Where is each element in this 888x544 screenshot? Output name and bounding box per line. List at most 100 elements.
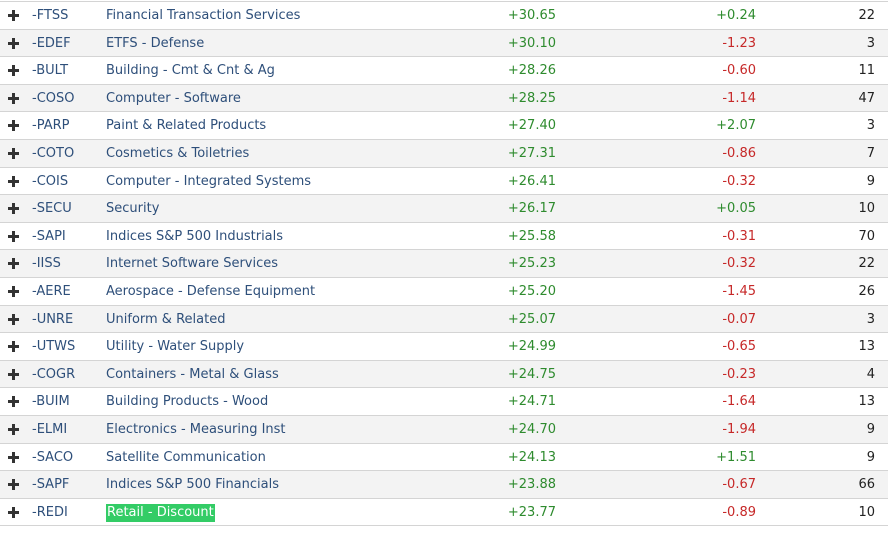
daily-change-cell: -0.07 (722, 311, 756, 327)
table-row[interactable]: -BULT Building - Cmt & Cnt & Ag +28.26 -0.6… (0, 57, 888, 85)
expand-plus-icon[interactable] (8, 85, 20, 112)
table-row[interactable]: -ELMI Electronics - Measuring Inst +24.70 -… (0, 415, 888, 444)
industry-name-link[interactable]: Aerospace - Defense Equipment (106, 278, 315, 305)
table-row[interactable]: -PARP Paint & Related Products +27.40 +2.07… (0, 112, 888, 140)
table-row[interactable]: -EDEF ETFS - Defense +30.10 -1.23 3 (0, 29, 888, 58)
table-row[interactable]: -IISS Internet Software Services +25.23 -0.… (0, 250, 888, 278)
stock-count-cell: 70 (858, 228, 875, 244)
industry-name-link[interactable]: Containers - Metal & Glass (106, 361, 279, 388)
expand-plus-icon[interactable] (8, 278, 20, 305)
table-row[interactable]: -SAPF Indices S&P 500 Financials +23.88 -0.… (0, 471, 888, 499)
table-row[interactable]: -UNRE Uniform & Related +25.07 -0.07 3 (0, 305, 888, 334)
percent-change-cell: +27.40 (507, 118, 556, 134)
expand-plus-icon[interactable] (8, 416, 20, 443)
stock-count-cell: 11 (858, 63, 875, 79)
expand-plus-icon[interactable] (8, 57, 20, 84)
expand-plus-icon[interactable] (8, 112, 20, 139)
industry-name-link[interactable]: Satellite Communication (106, 444, 266, 471)
expand-plus-icon[interactable] (8, 471, 20, 498)
symbol-cell: -ELMI (32, 421, 68, 437)
daily-change-cell: -0.32 (722, 256, 756, 272)
symbol-cell: -IISS (32, 256, 61, 272)
table-row[interactable]: -SECU Security +26.17 +0.05 10 (0, 195, 888, 223)
expand-plus-icon[interactable] (8, 333, 20, 360)
expand-plus-icon[interactable] (8, 223, 20, 250)
table-row[interactable]: -FTSS Financial Transaction Services +30.6… (0, 2, 888, 30)
expand-plus-icon[interactable] (8, 388, 20, 415)
daily-change-cell: +1.51 (716, 449, 756, 465)
daily-change-cell: -1.94 (722, 421, 756, 437)
symbol-cell: -COSO (32, 90, 75, 106)
industry-name-link[interactable]: Electronics - Measuring Inst (106, 416, 286, 443)
industry-name-link[interactable]: Building Products - Wood (106, 388, 268, 415)
symbol-cell: -BUIM (32, 394, 70, 410)
expand-plus-icon[interactable] (8, 168, 20, 195)
percent-change-cell: +24.13 (507, 449, 556, 465)
expand-plus-icon[interactable] (8, 444, 20, 471)
daily-change-cell: -1.64 (722, 394, 756, 410)
table-row[interactable]: -SAPI Indices S&P 500 Industrials +25.58 -0… (0, 223, 888, 251)
percent-change-cell: +24.75 (507, 366, 556, 382)
expand-plus-icon[interactable] (8, 2, 20, 29)
stock-count-cell: 22 (858, 8, 875, 23)
stock-count-cell: 22 (858, 256, 875, 272)
expand-plus-icon[interactable] (8, 361, 20, 388)
stock-count-cell: 3 (866, 118, 875, 134)
stock-count-cell: 9 (866, 449, 875, 465)
daily-change-cell: -0.89 (722, 504, 756, 520)
table-row[interactable]: -COIS Computer - Integrated Systems +26.41… (0, 168, 888, 196)
table-row[interactable]: -BUIM Building Products - Wood +24.71 -1.64… (0, 388, 888, 416)
stock-count-cell: 7 (866, 145, 875, 161)
table-row[interactable]: -REDI Retail - Discount +23.77 -0.89 10 (0, 499, 888, 527)
industry-name-link[interactable]: Security (106, 195, 159, 222)
industry-name-link[interactable]: Computer - Software (106, 85, 241, 112)
industry-name-link[interactable]: Retail - Discount (106, 503, 215, 522)
industry-name-link[interactable]: Internet Software Services (106, 250, 278, 277)
percent-change-cell: +24.71 (507, 394, 556, 410)
percent-change-cell: +26.41 (507, 173, 556, 189)
percent-change-cell: +30.10 (507, 35, 556, 51)
symbol-cell: -EDEF (32, 35, 71, 51)
symbol-cell: -SAPF (32, 477, 70, 493)
expand-plus-icon[interactable] (8, 30, 20, 57)
symbol-cell: -SAPI (32, 228, 66, 244)
daily-change-cell: -0.67 (722, 477, 756, 493)
daily-change-cell: +0.24 (716, 8, 756, 23)
table-row[interactable]: -COTO Cosmetics & Toiletries +27.31 -0.86 7 (0, 139, 888, 168)
expand-plus-icon[interactable] (8, 250, 20, 277)
stock-count-cell: 9 (866, 173, 875, 189)
stock-count-cell: 66 (858, 477, 875, 493)
industry-name-link[interactable]: Utility - Water Supply (106, 333, 244, 360)
symbol-cell: -UNRE (32, 311, 74, 327)
table-row[interactable]: -COGR Containers - Metal & Glass +24.75 -0.… (0, 360, 888, 389)
table-row[interactable]: -SACO Satellite Communication +24.13 +1.51 9 (0, 444, 888, 472)
table-row[interactable]: -UTWS Utility - Water Supply +24.99 -0.65 13 (0, 333, 888, 361)
industry-name-link[interactable]: Uniform & Related (106, 306, 225, 333)
industry-name-link[interactable]: Computer - Integrated Systems (106, 168, 311, 195)
percent-change-cell: +24.99 (507, 339, 556, 355)
percent-change-cell: +25.20 (507, 283, 556, 299)
table-row[interactable]: -AERE Aerospace - Defense Equipment +25.20… (0, 278, 888, 306)
symbol-cell: -COGR (32, 366, 76, 382)
industry-name-link[interactable]: Indices S&P 500 Industrials (106, 223, 283, 250)
stock-count-cell: 47 (858, 90, 875, 106)
stock-count-cell: 4 (866, 366, 875, 382)
industry-name-link[interactable]: Financial Transaction Services (106, 2, 300, 29)
table-row[interactable]: -COSO Computer - Software +28.25 -1.14 47 (0, 84, 888, 113)
expand-plus-icon[interactable] (8, 140, 20, 167)
daily-change-cell: -0.32 (722, 173, 756, 189)
stock-count-cell: 3 (866, 311, 875, 327)
expand-plus-icon[interactable] (8, 306, 20, 333)
stock-count-cell: 9 (866, 421, 875, 437)
expand-plus-icon[interactable] (8, 195, 20, 222)
percent-change-cell: +25.07 (507, 311, 556, 327)
industry-name-link[interactable]: ETFS - Defense (106, 30, 204, 57)
industry-name-link[interactable]: Paint & Related Products (106, 112, 266, 139)
symbol-cell: -SECU (32, 201, 72, 217)
expand-plus-icon[interactable] (8, 499, 20, 526)
daily-change-cell: -0.31 (722, 228, 756, 244)
industry-name-link[interactable]: Indices S&P 500 Financials (106, 471, 279, 498)
daily-change-cell: -1.45 (722, 283, 756, 299)
industry-name-link[interactable]: Building - Cmt & Cnt & Ag (106, 57, 275, 84)
industry-name-link[interactable]: Cosmetics & Toiletries (106, 140, 249, 167)
